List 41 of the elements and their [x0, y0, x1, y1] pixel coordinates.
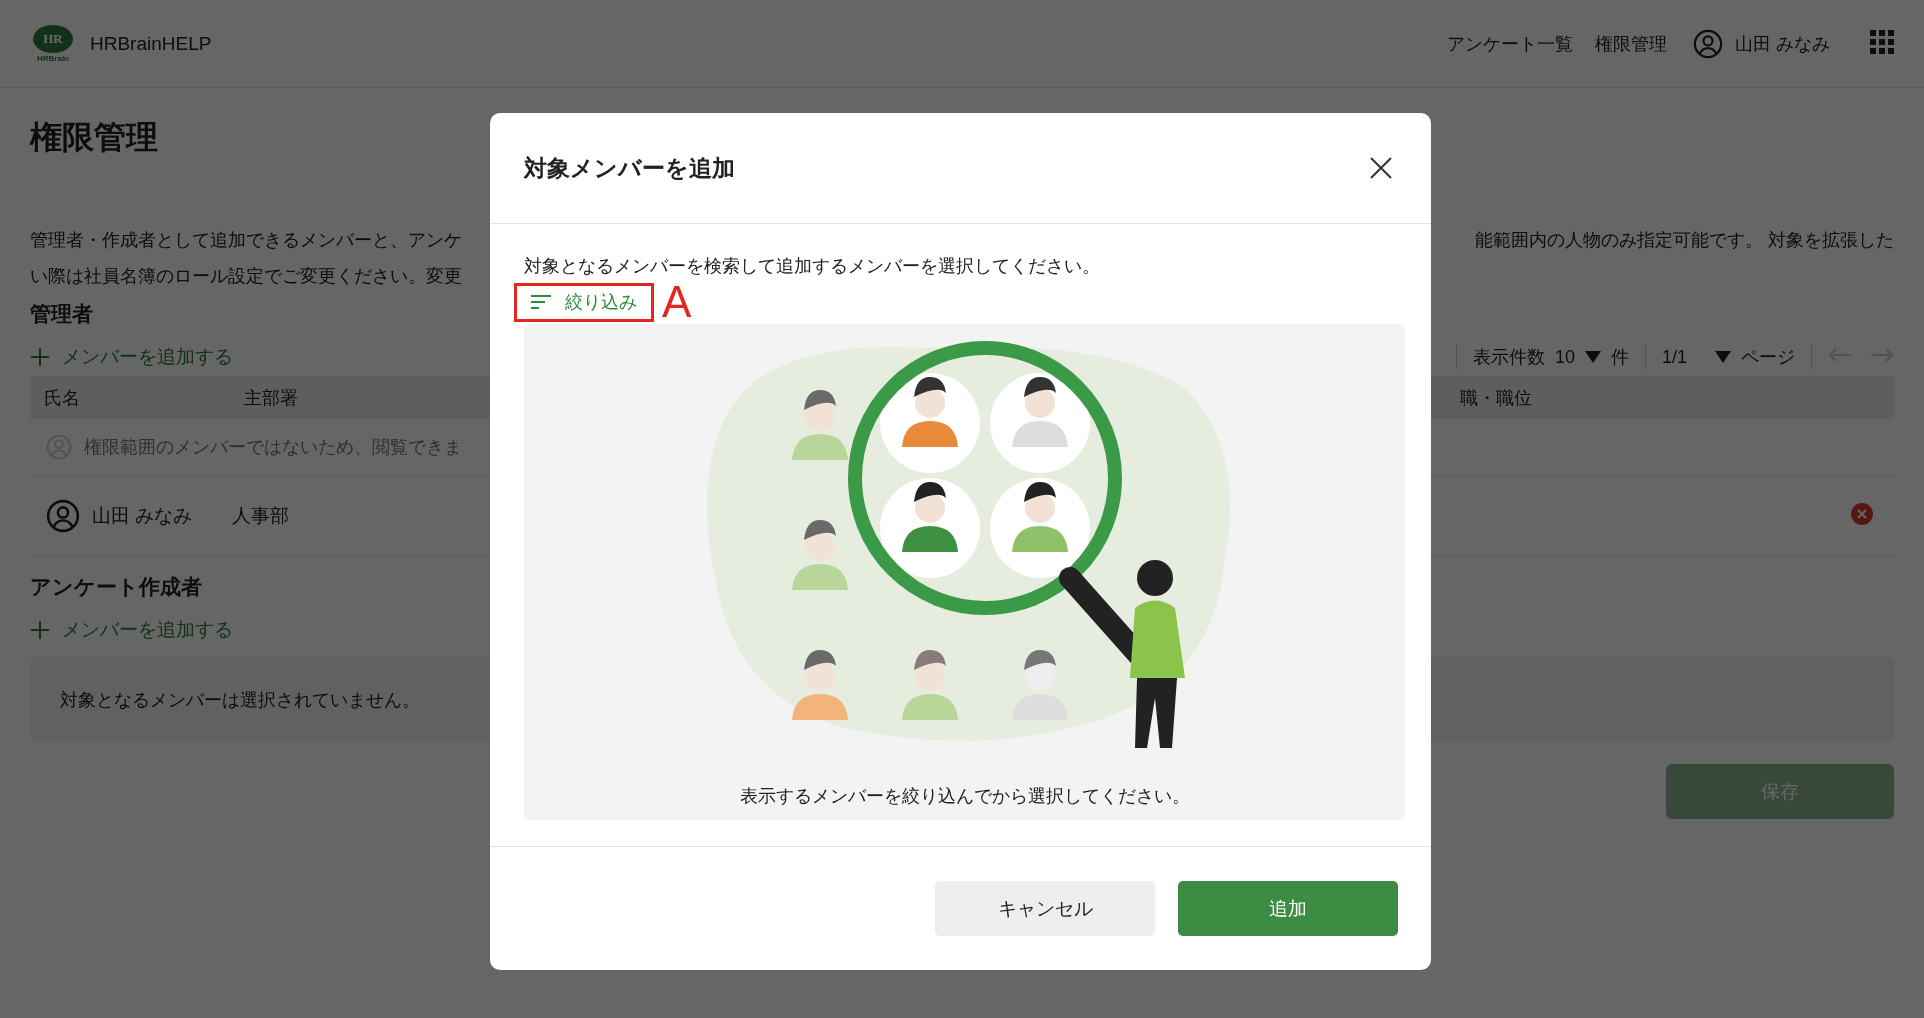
description-text: い際は社員名簿のロール設定でご変更ください。変更 [30, 265, 463, 288]
column-header: 氏名 [44, 386, 81, 410]
cancel-button[interactable]: キャンセル [935, 881, 1155, 936]
plus-icon [30, 347, 50, 367]
annotation-label: A [662, 282, 692, 322]
logo-text: HRBrain [37, 53, 69, 63]
nav-link[interactable]: 権限管理 [1595, 31, 1667, 56]
logo-mark: HR [33, 24, 73, 53]
description-text: 能範囲内の人物のみ指定可能です。 対象を拡張した [1475, 229, 1894, 252]
add-member-link[interactable]: メンバーを追加する [30, 344, 233, 370]
instruction-text: 対象となるメンバーを検索して追加するメンバーを選択してください。 [524, 255, 1101, 278]
user-name[interactable]: 山田 みなみ [1735, 31, 1830, 56]
dropdown-caret-icon[interactable] [1715, 350, 1731, 363]
section-heading: アンケート作成者 [30, 574, 202, 600]
page-title: 権限管理 [30, 118, 159, 157]
user-icon [1693, 28, 1723, 59]
dialog-title: 対象メンバーを追加 [524, 153, 735, 183]
page-select[interactable]: 1/1 [1661, 346, 1687, 368]
column-header: 主部署 [244, 386, 298, 410]
app-grid-icon[interactable] [1870, 29, 1894, 54]
add-button[interactable]: 追加 [1178, 881, 1398, 936]
per-page-select[interactable]: 10 [1554, 346, 1575, 368]
remove-icon[interactable] [1850, 501, 1874, 526]
plus-icon [30, 620, 50, 640]
dropdown-caret-icon[interactable] [1584, 350, 1601, 363]
filter-button[interactable]: 絞り込み [514, 282, 654, 322]
column-header: 職・職位 [1460, 387, 1532, 408]
section-heading: 管理者 [30, 301, 93, 327]
add-member-link[interactable]: メンバーを追加する [30, 617, 233, 643]
close-icon [1369, 156, 1393, 180]
caption-text: 表示するメンバーを絞り込んでから選択してください。 [739, 785, 1190, 808]
per-page-unit: 件 [1610, 346, 1629, 369]
per-page-label: 表示件数 [1472, 346, 1545, 369]
user-icon [46, 499, 80, 533]
brand-name: HRBrainHELP [90, 32, 212, 55]
member-name: 山田 みなみ [92, 504, 193, 528]
nav-link[interactable]: アンケート一覧 [1447, 31, 1573, 56]
description-text: 管理者・作成者として追加できるメンバーと、アンケ [30, 229, 463, 252]
filter-icon [531, 295, 551, 309]
member-department: 人事部 [232, 504, 289, 528]
page-unit: ページ [1741, 346, 1795, 369]
